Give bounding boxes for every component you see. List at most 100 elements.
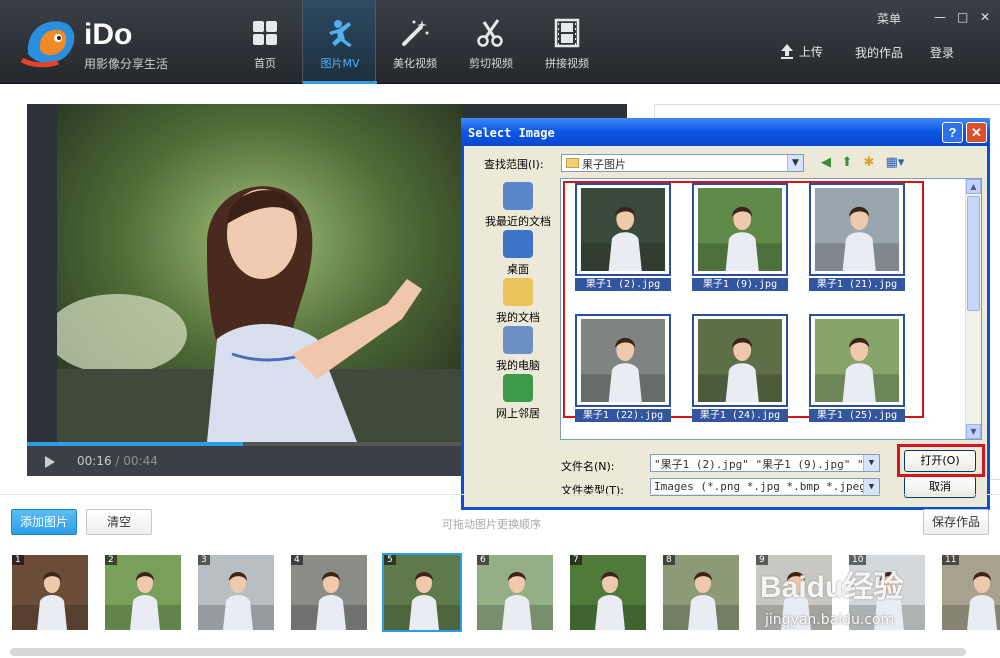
strip-thumb-number: 4	[291, 555, 303, 565]
place-computer-label: 我的电脑	[496, 359, 540, 372]
menu-button[interactable]: 菜单	[877, 10, 901, 27]
look-in-value: 果子图片	[582, 158, 626, 171]
photo-mv-icon	[329, 20, 352, 47]
filename-value: "果子1 (2).jpg" "果子1 (9).jpg" "果子	[654, 458, 880, 471]
help-button[interactable]: ?	[942, 122, 963, 143]
file-list[interactable]: 果子1 (2).jpg 果子1 (9).jpg 果子1 (21).jpg 果子1…	[560, 178, 982, 440]
file-image	[814, 319, 900, 402]
dialog-title: Select Image	[461, 118, 990, 146]
upload-button[interactable]: 上传	[779, 43, 823, 60]
file-thumb[interactable]: 果子1 (25).jpg	[809, 314, 905, 422]
places-bar: 我最近的文档 桌面 我的文档 我的电脑 网上邻居	[476, 178, 560, 478]
nav-join-video[interactable]: 拼接视频	[530, 0, 604, 84]
nav-photo-mv-label: 图片MV	[320, 57, 360, 70]
place-network-label: 网上邻居	[496, 407, 540, 420]
close-window-button[interactable]: ✕	[980, 10, 990, 24]
file-thumb[interactable]: 果子1 (9).jpg	[692, 183, 788, 291]
save-work-button[interactable]: 保存作品	[923, 509, 989, 535]
my-documents-icon	[503, 278, 533, 306]
filetype-value: Images (*.png *.jpg *.bmp *.jpeg)	[654, 480, 873, 493]
strip-thumb[interactable]: 4	[291, 555, 367, 630]
strip-thumb[interactable]: 2	[105, 555, 181, 630]
strip-thumb-number: 1	[12, 555, 24, 565]
file-image	[697, 188, 783, 271]
file-name: 果子1 (2).jpg	[575, 278, 671, 291]
file-name: 果子1 (9).jpg	[692, 278, 788, 291]
place-recent[interactable]: 我最近的文档	[476, 182, 560, 229]
login-link[interactable]: 登录	[930, 44, 954, 61]
nav-photo-mv[interactable]: 图片MV	[302, 0, 377, 84]
file-thumb[interactable]: 果子1 (2).jpg	[575, 183, 671, 291]
recent-documents-icon	[503, 182, 533, 210]
place-recent-label: 我最近的文档	[485, 215, 551, 228]
place-desktop-label: 桌面	[507, 263, 529, 276]
open-button-highlight	[897, 444, 985, 477]
file-name: 果子1 (22).jpg	[575, 409, 671, 422]
look-in-label: 查找范围(I):	[484, 158, 544, 171]
reorder-hint: 可拖动图片更换顺序	[442, 518, 541, 531]
nav-cut-video[interactable]: 剪切视频	[454, 0, 528, 84]
file-name: 果子1 (21).jpg	[809, 278, 905, 291]
scroll-down-icon[interactable]: ▼	[966, 424, 981, 439]
strip-thumb[interactable]: 11	[942, 555, 1000, 630]
file-image	[580, 319, 666, 402]
my-works-link[interactable]: 我的作品	[855, 44, 903, 61]
dialog-close-button[interactable]: ✕	[966, 122, 987, 143]
place-my-computer[interactable]: 我的电脑	[476, 326, 560, 373]
view-menu-icon[interactable]: ▦▾	[883, 155, 907, 171]
filename-label: 文件名(N):	[561, 460, 615, 473]
magic-wand-icon	[402, 20, 429, 46]
minimize-button[interactable]: —	[934, 10, 946, 24]
play-icon[interactable]	[45, 456, 55, 468]
place-network[interactable]: 网上邻居	[476, 374, 560, 421]
upload-label: 上传	[798, 45, 823, 59]
strip-thumb-number: 5	[384, 555, 396, 565]
new-folder-icon[interactable]: ✱	[861, 155, 877, 171]
chevron-down-icon: ▼	[863, 455, 879, 471]
chevron-down-icon: ▼	[863, 479, 879, 495]
nav-home[interactable]: 首页	[228, 0, 302, 84]
strip-thumb[interactable]: 7	[570, 555, 646, 630]
nav-beautify-label: 美化视频	[393, 57, 437, 70]
file-thumb[interactable]: 果子1 (21).jpg	[809, 183, 905, 291]
scissors-icon	[477, 19, 503, 47]
back-icon[interactable]: ◀	[818, 155, 834, 171]
scroll-up-icon[interactable]: ▲	[966, 179, 981, 194]
maximize-button[interactable]: □	[957, 10, 968, 24]
upload-arrow-icon	[781, 44, 793, 59]
place-desktop[interactable]: 桌面	[476, 230, 560, 277]
strip-thumb-number: 3	[198, 555, 210, 565]
desktop-icon	[503, 230, 533, 258]
strip-thumb[interactable]: 5	[382, 553, 462, 632]
clear-button[interactable]: 清空	[86, 509, 152, 535]
scroll-thumb[interactable]	[967, 196, 980, 311]
file-image	[697, 319, 783, 402]
home-grid-icon	[253, 21, 277, 45]
strip-thumb[interactable]: 1	[12, 555, 88, 630]
current-time: 00:16	[77, 454, 112, 468]
strip-thumb-number: 2	[105, 555, 117, 565]
file-list-scrollbar[interactable]: ▲ ▼	[965, 179, 981, 439]
look-in-select[interactable]: 果子图片 ▼	[561, 154, 804, 172]
file-thumb[interactable]: 果子1 (22).jpg	[575, 314, 671, 422]
strip-thumb-number: 11	[942, 555, 960, 565]
brand-name: iDo	[84, 18, 133, 51]
strip-thumb[interactable]: 3	[198, 555, 274, 630]
strip-thumb[interactable]: 6	[477, 555, 553, 630]
filename-input[interactable]: "果子1 (2).jpg" "果子1 (9).jpg" "果子 ▼	[650, 454, 880, 472]
strip-scrollbar[interactable]	[10, 648, 966, 656]
nav-beautify-video[interactable]: 美化视频	[378, 0, 452, 84]
brand-slogan: 用影像分享生活	[84, 57, 169, 71]
file-name: 果子1 (25).jpg	[809, 409, 905, 422]
baidu-watermark: Baidu经验	[760, 571, 904, 604]
up-folder-icon[interactable]: ⬆	[839, 155, 855, 171]
strip-thumb-number: 6	[477, 555, 489, 565]
baidu-watermark-url: jingyan.baidu.com	[765, 612, 895, 628]
add-pictures-button[interactable]: 添加图片	[11, 509, 77, 535]
time-display: 00:16 / 00:44	[77, 454, 158, 468]
network-places-icon	[503, 374, 533, 402]
place-my-documents[interactable]: 我的文档	[476, 278, 560, 325]
file-name: 果子1 (24).jpg	[692, 409, 788, 422]
file-thumb[interactable]: 果子1 (24).jpg	[692, 314, 788, 422]
strip-thumb[interactable]: 8	[663, 555, 739, 630]
